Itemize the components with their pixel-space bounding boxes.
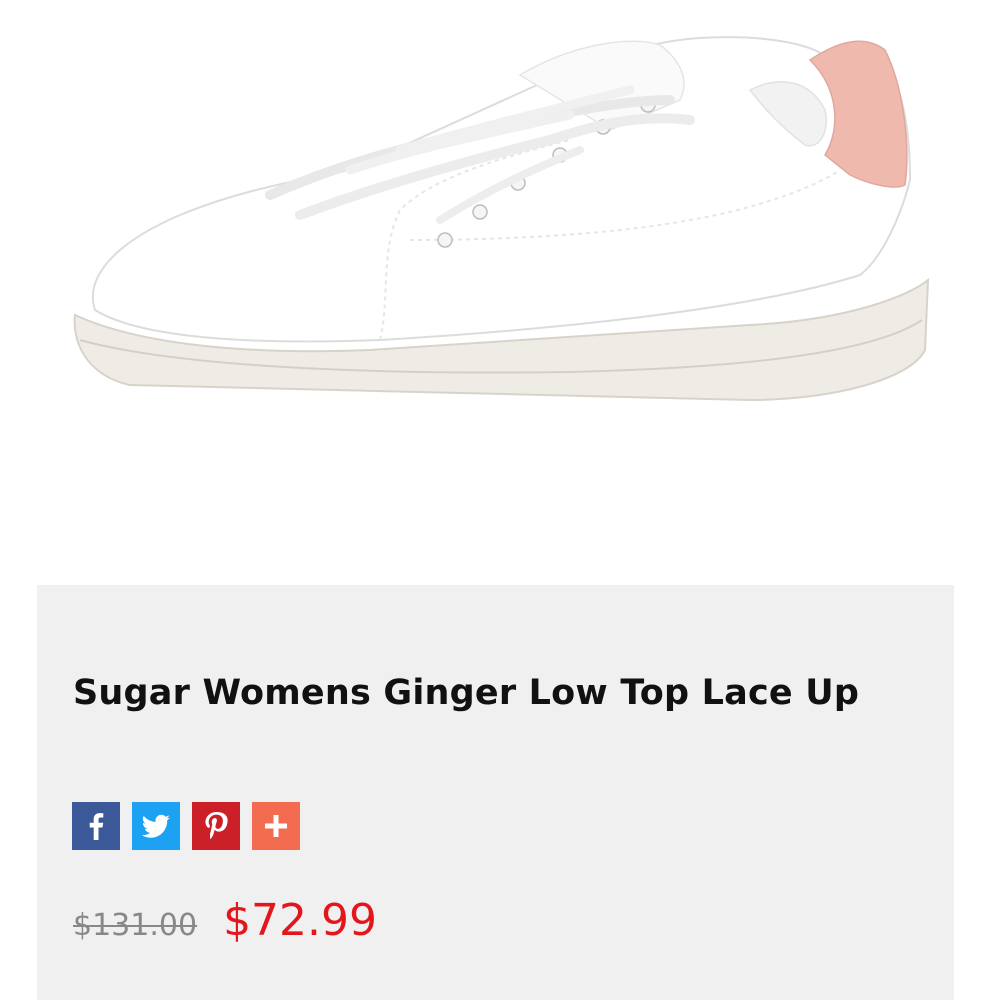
plus-icon: [265, 815, 287, 837]
product-info-panel: Sugar Womens Ginger Low Top Lace Up $131…: [37, 585, 954, 1000]
share-buttons: [72, 802, 300, 850]
product-title: Sugar Womens Ginger Low Top Lace Up: [73, 673, 860, 713]
sale-price: $72.99: [223, 895, 378, 946]
pinterest-share-button[interactable]: [192, 802, 240, 850]
facebook-share-button[interactable]: [72, 802, 120, 850]
original-price: $131.00: [73, 908, 198, 943]
twitter-icon: [141, 814, 170, 838]
white-sneaker-image: [73, 36, 930, 402]
facebook-icon: [89, 813, 104, 840]
product-page: Sugar Womens Ginger Low Top Lace Up $131…: [0, 0, 1000, 1000]
price-row: $131.00 $72.99: [73, 895, 377, 946]
product-image[interactable]: [50, 20, 950, 470]
more-share-button[interactable]: [252, 802, 300, 850]
twitter-share-button[interactable]: [132, 802, 180, 850]
pinterest-icon: [205, 812, 228, 840]
